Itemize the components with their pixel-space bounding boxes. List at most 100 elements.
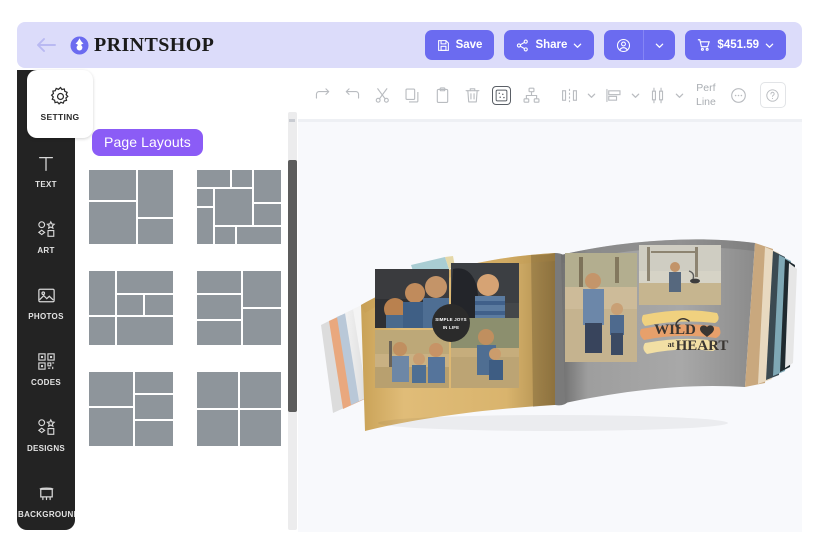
- align-vertical-icon[interactable]: [598, 80, 628, 110]
- layout-thumbnail[interactable]: [89, 271, 173, 345]
- gear-icon: [49, 86, 71, 108]
- sidebar-item-label: ART: [37, 245, 55, 255]
- arrange-layers-icon[interactable]: [516, 80, 546, 110]
- layout-cell: [240, 410, 281, 446]
- cart-button[interactable]: $451.59: [685, 30, 786, 60]
- text-t-icon: [35, 153, 57, 175]
- sidebar-item-text[interactable]: TEXT: [17, 138, 75, 204]
- wild-label: WILD: [654, 322, 696, 338]
- layout-cell: [89, 408, 133, 446]
- photo-book-preview[interactable]: SIMPLE JOYS IN LIFE WILD at HEART: [303, 217, 798, 447]
- layout-cell: [237, 227, 281, 244]
- layout-cell: [89, 271, 115, 315]
- layout-cell: [243, 309, 281, 345]
- account-menu[interactable]: [604, 30, 676, 60]
- chevron-down-icon[interactable]: [628, 80, 642, 110]
- layout-cell: [197, 295, 241, 319]
- badge-line-1: SIMPLE JOYS: [435, 317, 466, 322]
- editor-toolbar: Perf Line: [298, 70, 802, 120]
- share-button[interactable]: Share: [504, 30, 595, 60]
- layout-cell: [117, 271, 173, 293]
- paste-clipboard-icon[interactable]: [427, 80, 457, 110]
- layout-thumbnail[interactable]: [89, 372, 173, 446]
- sidebar-item-photos[interactable]: PHOTOS: [17, 270, 75, 336]
- share-nodes-icon: [516, 39, 529, 52]
- qr-code-icon: [35, 351, 57, 373]
- shapes-icon: [35, 417, 57, 439]
- sidebar-item-background[interactable]: BACKGROUND: [17, 468, 80, 534]
- canvas-scrollbar-thumb[interactable]: [289, 119, 295, 122]
- trash-delete-icon[interactable]: [457, 80, 487, 110]
- printshop-logo-icon: [69, 35, 90, 56]
- chevron-down-icon[interactable]: [672, 80, 686, 110]
- panel-vertical-scrollbar[interactable]: [288, 112, 297, 530]
- back-arrow-icon[interactable]: [35, 34, 57, 56]
- layout-cell: [89, 372, 133, 406]
- at-label: at: [668, 340, 675, 349]
- crop-fill-icon[interactable]: [492, 85, 511, 105]
- layout-cell: [243, 271, 281, 307]
- help-question-icon[interactable]: [759, 82, 786, 108]
- wild-at-heart-art: WILD at HEART: [640, 310, 728, 354]
- layout-cell: [232, 170, 252, 187]
- layout-thumbnail[interactable]: [197, 271, 281, 345]
- layout-cell: [145, 295, 173, 315]
- editor-canvas[interactable]: SIMPLE JOYS IN LIFE WILD at HEART: [298, 122, 802, 532]
- layout-thumbnail[interactable]: [197, 170, 281, 244]
- chevron-down-icon[interactable]: [584, 80, 598, 110]
- layout-cell: [135, 395, 173, 419]
- sidebar-items: TEXT ART PHOTOS CODES DESIGNS BACKGROUND: [17, 70, 80, 534]
- sidebar-item-designs[interactable]: DESIGNS: [17, 402, 75, 468]
- sidebar-item-label: SETTING: [40, 111, 80, 122]
- image-icon: [35, 285, 57, 307]
- layout-cell: [89, 202, 136, 244]
- layout-cell: [138, 170, 173, 217]
- page-layouts-badge[interactable]: Page Layouts: [92, 129, 203, 156]
- layout-cell: [197, 208, 213, 244]
- layout-thumbnail[interactable]: [197, 372, 281, 446]
- copy-icon[interactable]: [397, 80, 427, 110]
- layout-cell: [117, 295, 143, 315]
- layout-cell: [135, 372, 173, 393]
- brand-logo[interactable]: PRINTSHOP: [69, 34, 214, 57]
- layout-cell: [138, 219, 173, 244]
- layout-cell: [254, 170, 281, 202]
- user-circle-icon: [616, 38, 631, 53]
- account-button[interactable]: [604, 30, 644, 60]
- distribute-spacing-icon[interactable]: [642, 80, 672, 110]
- share-button-label: Share: [535, 39, 568, 51]
- printshop-editor: PRINTSHOP Save Share $451.59 SETTING TEX…: [0, 0, 819, 547]
- sidebar-item-label: BACKGROUND: [18, 509, 80, 519]
- save-button[interactable]: Save: [424, 30, 495, 60]
- align-horizontal-icon[interactable]: [554, 80, 584, 110]
- brand-name: PRINTSHOP: [94, 33, 215, 56]
- sidebar-item-label: DESIGNS: [26, 443, 66, 453]
- layout-thumbnail[interactable]: [89, 170, 173, 244]
- sidebar-item-codes[interactable]: CODES: [17, 336, 75, 402]
- shopping-cart-icon: [697, 38, 711, 52]
- layout-cell: [197, 410, 238, 446]
- redo-icon[interactable]: [307, 80, 337, 110]
- account-dropdown-button[interactable]: [643, 30, 676, 60]
- scissors-cut-icon[interactable]: [367, 80, 397, 110]
- undo-icon[interactable]: [337, 80, 367, 110]
- floppy-disk-icon: [437, 39, 450, 52]
- perf-line-label-2: Line: [696, 96, 716, 108]
- page-layouts-panel: Page Layouts: [75, 70, 295, 530]
- chevron-down-icon: [655, 41, 664, 50]
- layout-cell: [197, 271, 241, 293]
- perf-line-button[interactable]: Perf Line: [696, 81, 716, 109]
- scrollbar-thumb[interactable]: [288, 160, 297, 412]
- sidebar-item-setting[interactable]: SETTING: [27, 70, 93, 138]
- sidebar-item-label: PHOTOS: [28, 311, 64, 321]
- layout-cell: [197, 189, 213, 206]
- chevron-down-icon: [573, 41, 582, 50]
- chevron-down-icon: [765, 41, 774, 50]
- sidebar-item-label: TEXT: [35, 179, 57, 189]
- more-options-icon[interactable]: [724, 80, 754, 110]
- sidebar-item-art[interactable]: ART: [17, 204, 75, 270]
- page-layouts-grid: [89, 170, 285, 446]
- layout-cell: [117, 317, 173, 345]
- perf-line-label-1: Perf: [696, 81, 716, 94]
- badge-line-2: IN LIFE: [443, 325, 460, 330]
